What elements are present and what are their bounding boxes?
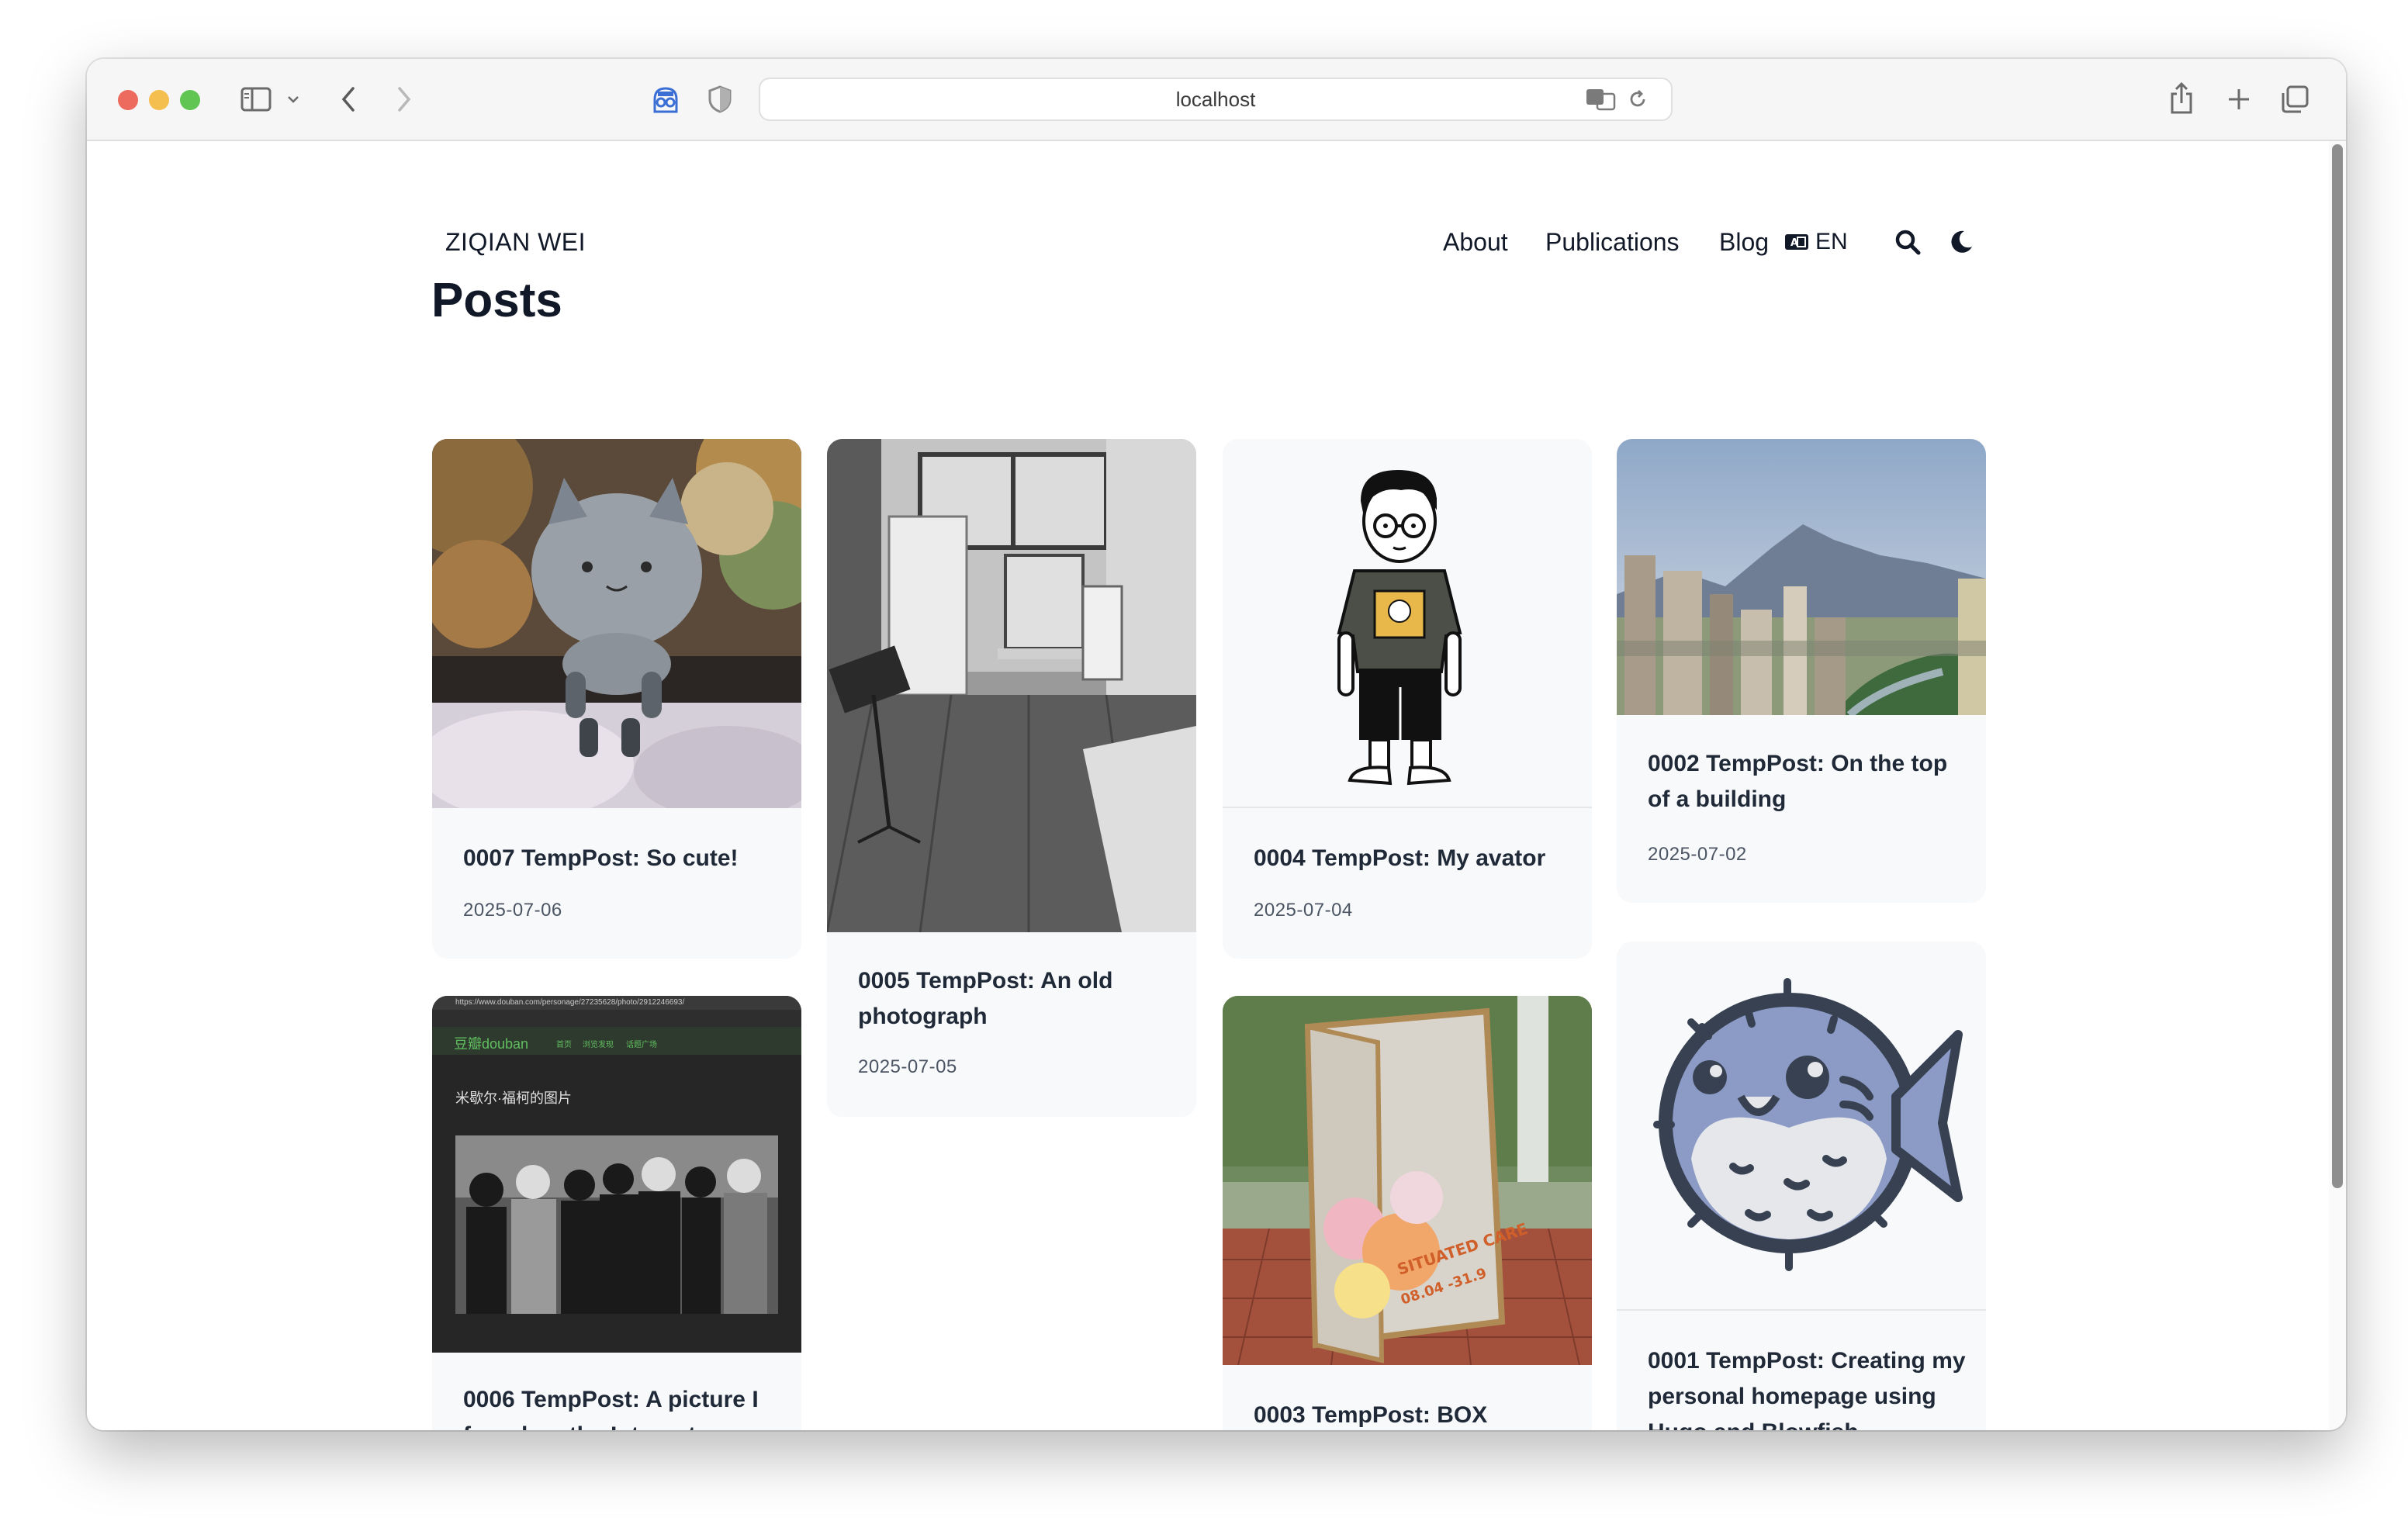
share-icon[interactable]	[2166, 79, 2197, 116]
browser-window: localhost ZIQIAN WEI About Publications …	[87, 59, 2346, 1430]
minimize-window-button[interactable]	[149, 90, 169, 110]
tab-overview-icon[interactable]	[2279, 84, 2310, 115]
post-thumbnail	[432, 439, 801, 808]
post-title[interactable]: 0002 TempPost: On the top of a building	[1648, 746, 1966, 817]
douban-logo: 豆瓣douban	[454, 1036, 529, 1052]
post-thumbnail	[1617, 942, 1986, 1311]
page-content: ZIQIAN WEI About Publications Blog A EN …	[87, 141, 2329, 1430]
post-card[interactable]: 0007 TempPost: So cute! 2025-07-06	[432, 439, 801, 959]
post-title[interactable]: 0005 TempPost: An old photograph	[858, 963, 1176, 1035]
reload-icon[interactable]	[1626, 87, 1649, 112]
back-icon[interactable]	[337, 82, 360, 116]
post-date: 2025-07-05	[858, 1056, 957, 1077]
address-bar[interactable]: localhost	[759, 78, 1673, 121]
post-title[interactable]: 0003 TempPost: BOX	[1254, 1398, 1572, 1430]
post-thumbnail	[1617, 439, 1986, 715]
post-card[interactable]: 0001 TempPost: Creating my personal home…	[1617, 942, 1986, 1430]
nav-blog[interactable]: Blog	[1719, 228, 1769, 257]
main-nav-2: Publications	[1545, 225, 1680, 259]
blowfish-logo	[1653, 978, 1963, 1271]
post-title[interactable]: 0001 TempPost: Creating my personal home…	[1648, 1343, 1966, 1430]
language-icon: A	[1785, 234, 1808, 250]
forward-icon[interactable]	[393, 82, 416, 116]
site-title-link[interactable]: ZIQIAN WEI	[445, 228, 586, 257]
language-label: EN	[1815, 229, 1848, 254]
post-title[interactable]: 0007 TempPost: So cute!	[463, 841, 781, 876]
main-nav: About	[1443, 225, 1508, 259]
browser-toolbar: localhost	[87, 59, 2346, 141]
post-thumbnail	[1223, 439, 1592, 808]
translate-icon[interactable]	[1584, 85, 1617, 113]
post-thumbnail: https://www.douban.com/personage/2723562…	[432, 996, 801, 1353]
page-scrollbar[interactable]	[2329, 141, 2346, 1430]
post-card[interactable]: https://www.douban.com/personage/2723562…	[432, 996, 801, 1430]
main-nav-3: Blog	[1719, 225, 1769, 259]
dark-mode-toggle[interactable]	[1949, 225, 1974, 259]
post-date: 2025-07-02	[1648, 844, 1747, 865]
douban-nav-3: 话题广场	[626, 1041, 657, 1049]
extension-icon[interactable]	[649, 82, 683, 116]
post-date: 2025-07-04	[1254, 900, 1353, 921]
privacy-shield-icon[interactable]	[706, 84, 734, 115]
zoom-window-button[interactable]	[180, 90, 200, 110]
thumbnail-url-text: https://www.douban.com/personage/2723562…	[432, 996, 801, 1010]
post-thumbnail: SITUATED CARE 08.04 -31.9	[1223, 996, 1592, 1365]
historic-photo	[455, 1135, 778, 1314]
sidebar-icon[interactable]	[239, 84, 273, 115]
language-switcher[interactable]: A EN	[1784, 225, 1848, 259]
scrollbar-thumb[interactable]	[2332, 144, 2343, 1188]
nav-about[interactable]: About	[1443, 228, 1508, 257]
search-button[interactable]	[1894, 225, 1921, 259]
douban-heading: 米歇尔·福柯的图片	[455, 1090, 572, 1106]
post-card[interactable]: SITUATED CARE 08.04 -31.9 0003 TempPost:…	[1223, 996, 1592, 1430]
post-card[interactable]: 0002 TempPost: On the top of a building …	[1617, 439, 1986, 903]
page-title: Posts	[431, 274, 562, 327]
post-title[interactable]: 0006 TempPost: A picture I found on the …	[463, 1382, 781, 1430]
close-window-button[interactable]	[118, 90, 138, 110]
post-card[interactable]: 0004 TempPost: My avator 2025-07-04	[1223, 439, 1592, 959]
post-thumbnail	[827, 439, 1196, 932]
post-title[interactable]: 0004 TempPost: My avator	[1254, 841, 1572, 876]
chevron-down-icon[interactable]	[285, 90, 301, 109]
moon-icon	[1951, 230, 1972, 253]
post-card[interactable]: 0005 TempPost: An old photograph 2025-07…	[827, 439, 1196, 1117]
douban-nav-1: 首页	[556, 1041, 572, 1049]
search-icon	[1895, 230, 1921, 255]
douban-nav-2: 浏览发现	[583, 1041, 614, 1049]
url-text: localhost	[1175, 87, 1256, 111]
nav-publications[interactable]: Publications	[1545, 228, 1680, 257]
new-tab-icon[interactable]	[2225, 85, 2253, 113]
post-date: 2025-07-06	[463, 900, 562, 921]
